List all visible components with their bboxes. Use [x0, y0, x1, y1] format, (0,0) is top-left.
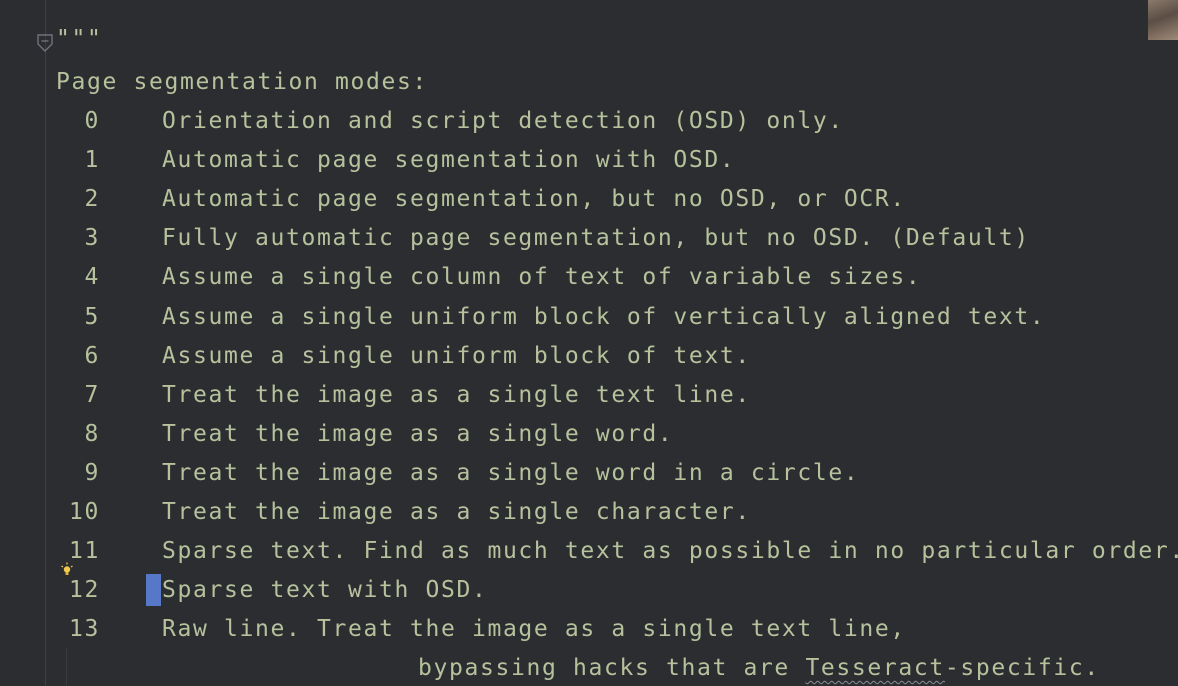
spellcheck-word: Tesseract	[805, 655, 945, 681]
mode-number: 0	[84, 108, 100, 134]
mode-number: 7	[84, 382, 100, 408]
mode-number: 1	[84, 147, 100, 173]
docstring-open: """	[56, 26, 103, 52]
text-caret	[146, 574, 161, 606]
docstring-heading: Page segmentation modes:	[56, 69, 428, 95]
mode-description: Automatic page segmentation, but no OSD,…	[162, 186, 906, 212]
mode-description: Treat the image as a single word.	[162, 421, 674, 447]
mode-description: Automatic page segmentation with OSD.	[162, 147, 736, 173]
mode-description: Assume a single uniform block of vertica…	[162, 304, 1046, 330]
mode-number: 4	[84, 264, 100, 290]
mode-description: Treat the image as a single character.	[162, 499, 751, 525]
mode-description: Sparse text. Find as much text as possib…	[162, 538, 1178, 564]
mode-description: Raw line. Treat the image as a single te…	[162, 616, 906, 642]
mode-description: Sparse text with OSD.	[162, 577, 488, 603]
mode-description: Orientation and script detection (OSD) o…	[162, 108, 844, 134]
webcam-thumbnail	[1148, 0, 1178, 40]
mode-number: 9	[84, 460, 100, 486]
mode-number: 2	[84, 186, 100, 212]
indent-guide	[66, 648, 67, 686]
gutter-divider	[45, 0, 46, 686]
mode-number: 3	[84, 225, 100, 251]
code-editor[interactable]: """ Page segmentation modes: 0 Orientatio…	[0, 0, 1178, 686]
lightbulb-icon[interactable]	[60, 556, 74, 575]
mode-description: Treat the image as a single text line.	[162, 382, 751, 408]
mode-number: 10	[69, 499, 100, 525]
mode-description: Treat the image as a single word in a ci…	[162, 460, 860, 486]
mode-number: 8	[84, 421, 100, 447]
continuation-line: bypassing hacks that are Tesseract-speci…	[418, 653, 1100, 683]
fold-marker-icon[interactable]	[36, 33, 54, 53]
mode-description: Fully automatic page segmentation, but n…	[162, 225, 1030, 251]
continuation-before: bypassing hacks that are	[418, 655, 806, 681]
mode-description: Assume a single uniform block of text.	[162, 343, 751, 369]
mode-description: Assume a single column of text of variab…	[162, 264, 922, 290]
mode-number: 12	[69, 577, 100, 603]
continuation-after: -specific.	[944, 655, 1100, 681]
mode-number: 5	[84, 304, 100, 330]
mode-number: 6	[84, 343, 100, 369]
mode-number: 13	[69, 616, 100, 642]
